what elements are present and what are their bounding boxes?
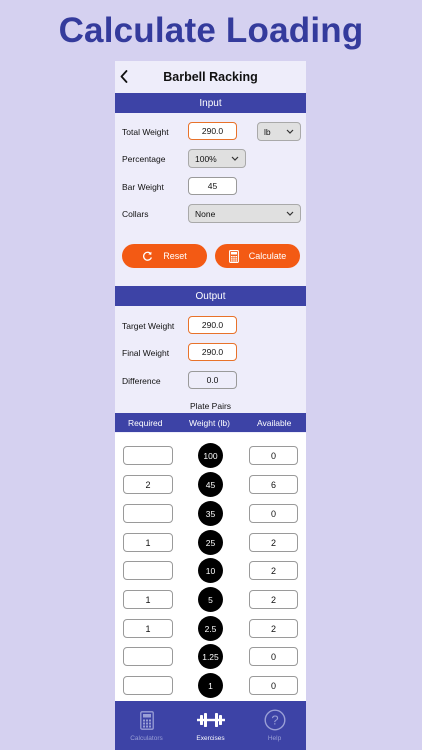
- plate-pairs-title: Plate Pairs: [189, 401, 232, 411]
- plate-weight-badge: 1: [198, 673, 223, 698]
- required-count-field[interactable]: 1: [123, 533, 173, 552]
- tab-calculators-label: Calculators: [130, 735, 163, 742]
- tab-calculators[interactable]: Calculators: [115, 701, 178, 750]
- plate-weight-badge: 1.25: [198, 644, 223, 669]
- available-count-field[interactable]: 2: [249, 619, 298, 638]
- calculator-icon: [139, 709, 154, 731]
- target-weight-label: Target Weight: [122, 321, 175, 331]
- percentage-label: Percentage: [122, 154, 166, 164]
- bar-weight-label: Bar Weight: [122, 182, 164, 192]
- page-title: Barbell Racking: [163, 69, 258, 84]
- input-section-header: Input: [115, 93, 306, 113]
- plate-weight-badge: 35: [198, 501, 223, 526]
- reset-button-label: Reset: [163, 251, 187, 261]
- tab-help-label: Help: [267, 735, 282, 742]
- collars-select-value: None: [195, 208, 216, 219]
- target-weight-value: 290.0: [188, 316, 237, 334]
- available-count-field[interactable]: 0: [249, 446, 298, 465]
- difference-value: 0.0: [188, 371, 237, 389]
- percentage-select-value: 100%: [195, 153, 217, 164]
- plate-weight-badge: 100: [198, 443, 223, 468]
- nav-bar: Barbell Racking: [115, 61, 306, 92]
- unit-select[interactable]: lb: [257, 122, 301, 141]
- collars-select[interactable]: None: [188, 204, 301, 223]
- collars-label: Collars: [122, 209, 149, 219]
- available-column-header: Available: [257, 418, 292, 428]
- total-weight-label: Total Weight: [122, 127, 169, 137]
- required-count-field[interactable]: [123, 561, 173, 580]
- plate-weight-badge: 10: [198, 558, 223, 583]
- percentage-select[interactable]: 100%: [188, 149, 246, 168]
- chevron-left-icon: [120, 69, 128, 83]
- unit-select-value: lb: [264, 126, 271, 137]
- difference-label: Difference: [122, 376, 161, 386]
- chevron-down-icon: [231, 156, 239, 161]
- available-count-field[interactable]: 2: [249, 533, 298, 552]
- required-count-field[interactable]: 2: [123, 475, 173, 494]
- back-button[interactable]: [118, 68, 130, 84]
- help-icon: ?: [263, 709, 286, 731]
- reset-button[interactable]: Reset: [122, 244, 207, 268]
- available-count-field[interactable]: 6: [249, 475, 298, 494]
- output-section-header: Output: [115, 286, 306, 306]
- final-weight-value: 290.0: [188, 343, 237, 361]
- svg-text:?: ?: [271, 713, 278, 728]
- chevron-down-icon: [286, 129, 294, 134]
- required-count-field[interactable]: [123, 676, 173, 695]
- final-weight-label: Final Weight: [122, 348, 170, 358]
- phone-screen: Barbell Racking Input Total Weight 290.0…: [115, 61, 306, 750]
- required-count-field[interactable]: 1: [123, 619, 173, 638]
- available-count-field[interactable]: 2: [249, 590, 298, 609]
- plate-weight-badge: 25: [198, 530, 223, 555]
- plate-table-body: 100 0 2 45 6 35 0 1 25 2 10 2 1 5 2 1 2.…: [115, 433, 306, 701]
- available-count-field[interactable]: 2: [249, 561, 298, 580]
- calculate-button-label: Calculate: [248, 251, 287, 261]
- tab-bar: Calculators Exercises ? Help: [115, 701, 306, 750]
- weight-column-header: Weight (lb): [189, 418, 230, 428]
- available-count-field[interactable]: 0: [249, 647, 298, 666]
- tab-exercises-label: Exercises: [196, 735, 225, 742]
- required-count-field[interactable]: [123, 446, 173, 465]
- tab-exercises[interactable]: Exercises: [179, 701, 242, 750]
- required-count-field[interactable]: [123, 647, 173, 666]
- hero-title: Calculate Loading: [58, 11, 364, 50]
- available-count-field[interactable]: 0: [249, 676, 298, 695]
- plate-table-header: Required Weight (lb) Available: [115, 413, 306, 432]
- required-count-field[interactable]: [123, 504, 173, 523]
- plate-weight-badge: 5: [198, 587, 223, 612]
- required-column-header: Required: [128, 418, 163, 428]
- available-count-field[interactable]: 0: [249, 504, 298, 523]
- chevron-down-icon: [286, 211, 294, 216]
- calculator-icon: [228, 249, 239, 263]
- refresh-icon: [143, 251, 153, 261]
- bar-weight-input[interactable]: 45: [188, 177, 237, 195]
- barbell-icon: [196, 709, 225, 731]
- tab-help[interactable]: ? Help: [243, 701, 306, 750]
- total-weight-input[interactable]: 290.0: [188, 122, 237, 140]
- required-count-field[interactable]: 1: [123, 590, 173, 609]
- plate-weight-badge: 2.5: [198, 616, 223, 641]
- plate-weight-badge: 45: [198, 472, 223, 497]
- calculate-button[interactable]: Calculate: [215, 244, 300, 268]
